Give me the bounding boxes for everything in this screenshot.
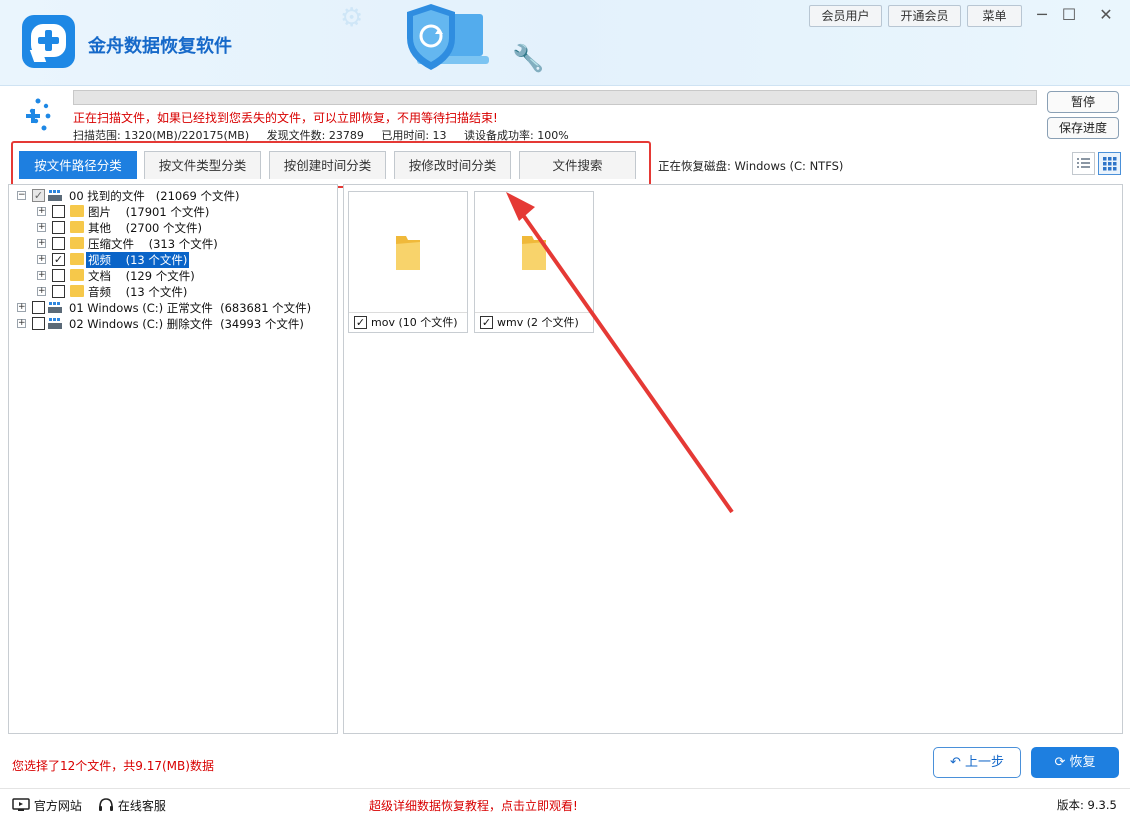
shield-laptop-decoration-icon [407,4,489,70]
tree-item-archives[interactable]: + 压缩文件 (313 个文件) [9,236,329,252]
folder-icon [70,253,84,265]
tree-drive-label: 02 Windows (C:) 删除文件 (34993 个文件) [69,317,304,331]
back-arrow-icon: ↶ [949,755,961,770]
tree-drive-checkbox[interactable] [32,317,45,330]
tree-item-documents[interactable]: + 文档 (129 个文件) [9,268,329,284]
tree-drive-normal-files[interactable]: + 01 Windows (C:) 正常文件 (683681 个文件) [9,300,329,316]
scanning-spinner-icon [26,98,51,131]
gear-decoration-icon: ⚙ [340,3,364,33]
tree-item-checkbox[interactable]: ✓ [52,253,65,266]
tree-item-checkbox[interactable] [52,205,65,218]
expand-icon[interactable]: + [37,207,46,216]
file-card-checkbox[interactable]: ✓ [354,316,367,329]
file-card-wmv[interactable]: ✓ wmv (2 个文件) [474,191,594,333]
folder-icon [70,285,84,297]
tree-item-checkbox[interactable] [52,285,65,298]
drive-icon [48,318,62,329]
tree-drive-label: 01 Windows (C:) 正常文件 (683681 个文件) [69,301,312,315]
list-view-icon[interactable] [1072,152,1095,175]
folder-icon [70,237,84,249]
tree-item-label: 音频 (13 个文件) [88,285,188,299]
tree-item-label: 文档 (129 个文件) [88,269,195,283]
tutorial-link[interactable]: 超级详细数据恢复教程，点击立即观看! [369,797,578,814]
expand-icon[interactable]: + [37,287,46,296]
app-logo-icon [22,15,75,68]
tree-drive-checkbox[interactable] [32,301,45,314]
expand-icon[interactable]: + [37,255,46,264]
scan-progress-bar [73,90,1037,105]
selection-info: 您选择了12个文件，共9.17(MB)数据 [12,759,214,773]
expand-icon[interactable]: + [17,303,26,312]
recover-button[interactable]: ⟳ 恢复 [1031,747,1119,778]
expand-icon[interactable]: + [37,223,46,232]
pause-button[interactable]: 暂停 [1047,91,1119,113]
save-progress-button[interactable]: 保存进度 [1047,117,1119,139]
member-user-button[interactable]: 会员用户 [809,5,882,27]
back-button[interactable]: ↶ 上一步 [933,747,1021,778]
folder-icon [396,236,420,270]
file-card-mov[interactable]: ✓ mov (10 个文件) [348,191,468,333]
wrench-decoration-icon: 🔧 [512,44,545,74]
tree-drive-deleted-files[interactable]: + 02 Windows (C:) 删除文件 (34993 个文件) [9,316,329,332]
drive-icon [48,190,62,201]
file-tree-panel: − ✓ 00 找到的文件 (21069 个文件) + 图片 (17901 个文件… [8,184,338,734]
maximize-icon[interactable]: ☐ [1059,5,1079,25]
online-support-link[interactable]: 在线客服 [98,797,166,814]
drive-icon [48,302,62,313]
folder-icon [70,269,84,281]
tree-item-checkbox[interactable] [52,221,65,234]
version-label: 版本: 9.3.5 [1057,798,1117,812]
tree-item-checkbox[interactable] [52,269,65,282]
folder-icon [70,205,84,217]
file-card-footer: ✓ wmv (2 个文件) [475,312,593,332]
recovering-disk-label: 正在恢复磁盘: Windows (C: NTFS) [658,159,844,173]
footer-bar: 官方网站 在线客服 超级详细数据恢复教程，点击立即观看! 版本: 9.3.5 [0,788,1130,820]
tree-item-videos[interactable]: + ✓ 视频 (13 个文件) [9,252,329,268]
tree-item-checkbox[interactable] [52,237,65,250]
file-grid-panel: ✓ mov (10 个文件) ✓ wmv (2 个文件) [343,184,1123,734]
expand-icon[interactable]: + [37,271,46,280]
folder-icon [522,236,546,270]
tree-item-label: 视频 (13 个文件) [86,252,190,268]
file-card-name: wmv [497,316,524,329]
expand-icon[interactable]: + [17,319,26,328]
file-card-name: mov [371,316,395,329]
tree-item-label: 图片 (17901 个文件) [88,205,210,219]
file-card-count: (2 个文件) [526,316,579,329]
tab-highlight-annotation [11,141,651,188]
collapse-icon[interactable]: − [17,191,26,200]
official-website-link[interactable]: 官方网站 [12,797,82,814]
minimize-icon[interactable]: ─ [1032,5,1052,25]
tree-root-found-files[interactable]: − ✓ 00 找到的文件 (21069 个文件) [9,188,329,204]
close-icon[interactable]: ✕ [1096,5,1116,25]
monitor-icon [12,798,30,811]
grid-view-icon[interactable] [1098,152,1121,175]
tree-item-audio[interactable]: + 音频 (13 个文件) [9,284,329,300]
file-card-footer: ✓ mov (10 个文件) [349,312,467,332]
expand-icon[interactable]: + [37,239,46,248]
tree-item-label: 压缩文件 (313 个文件) [88,237,218,251]
tree-item-images[interactable]: + 图片 (17901 个文件) [9,204,329,220]
tree-item-other[interactable]: + 其他 (2700 个文件) [9,220,329,236]
tree-root-checkbox[interactable]: ✓ [32,189,45,202]
headset-icon [99,798,113,811]
app-title: 金舟数据恢复软件 [88,36,232,57]
scan-message: 正在扫描文件，如果已经找到您丢失的文件，可以立即恢复，不用等待扫描结束! [73,111,498,125]
folder-icon [70,221,84,233]
menu-button[interactable]: 菜单 [967,5,1022,27]
file-card-count: (10 个文件) [398,316,458,329]
tree-item-label: 其他 (2700 个文件) [88,221,203,235]
file-card-checkbox[interactable]: ✓ [480,316,493,329]
open-membership-button[interactable]: 开通会员 [888,5,961,27]
refresh-icon: ⟳ [1054,755,1066,770]
tree-root-label: 00 找到的文件 (21069 个文件) [69,189,240,203]
title-bar: 金舟数据恢复软件 ⚙ 🔧 会员用户 开通会员 菜单 ─ ☐ ✕ [0,0,1130,86]
